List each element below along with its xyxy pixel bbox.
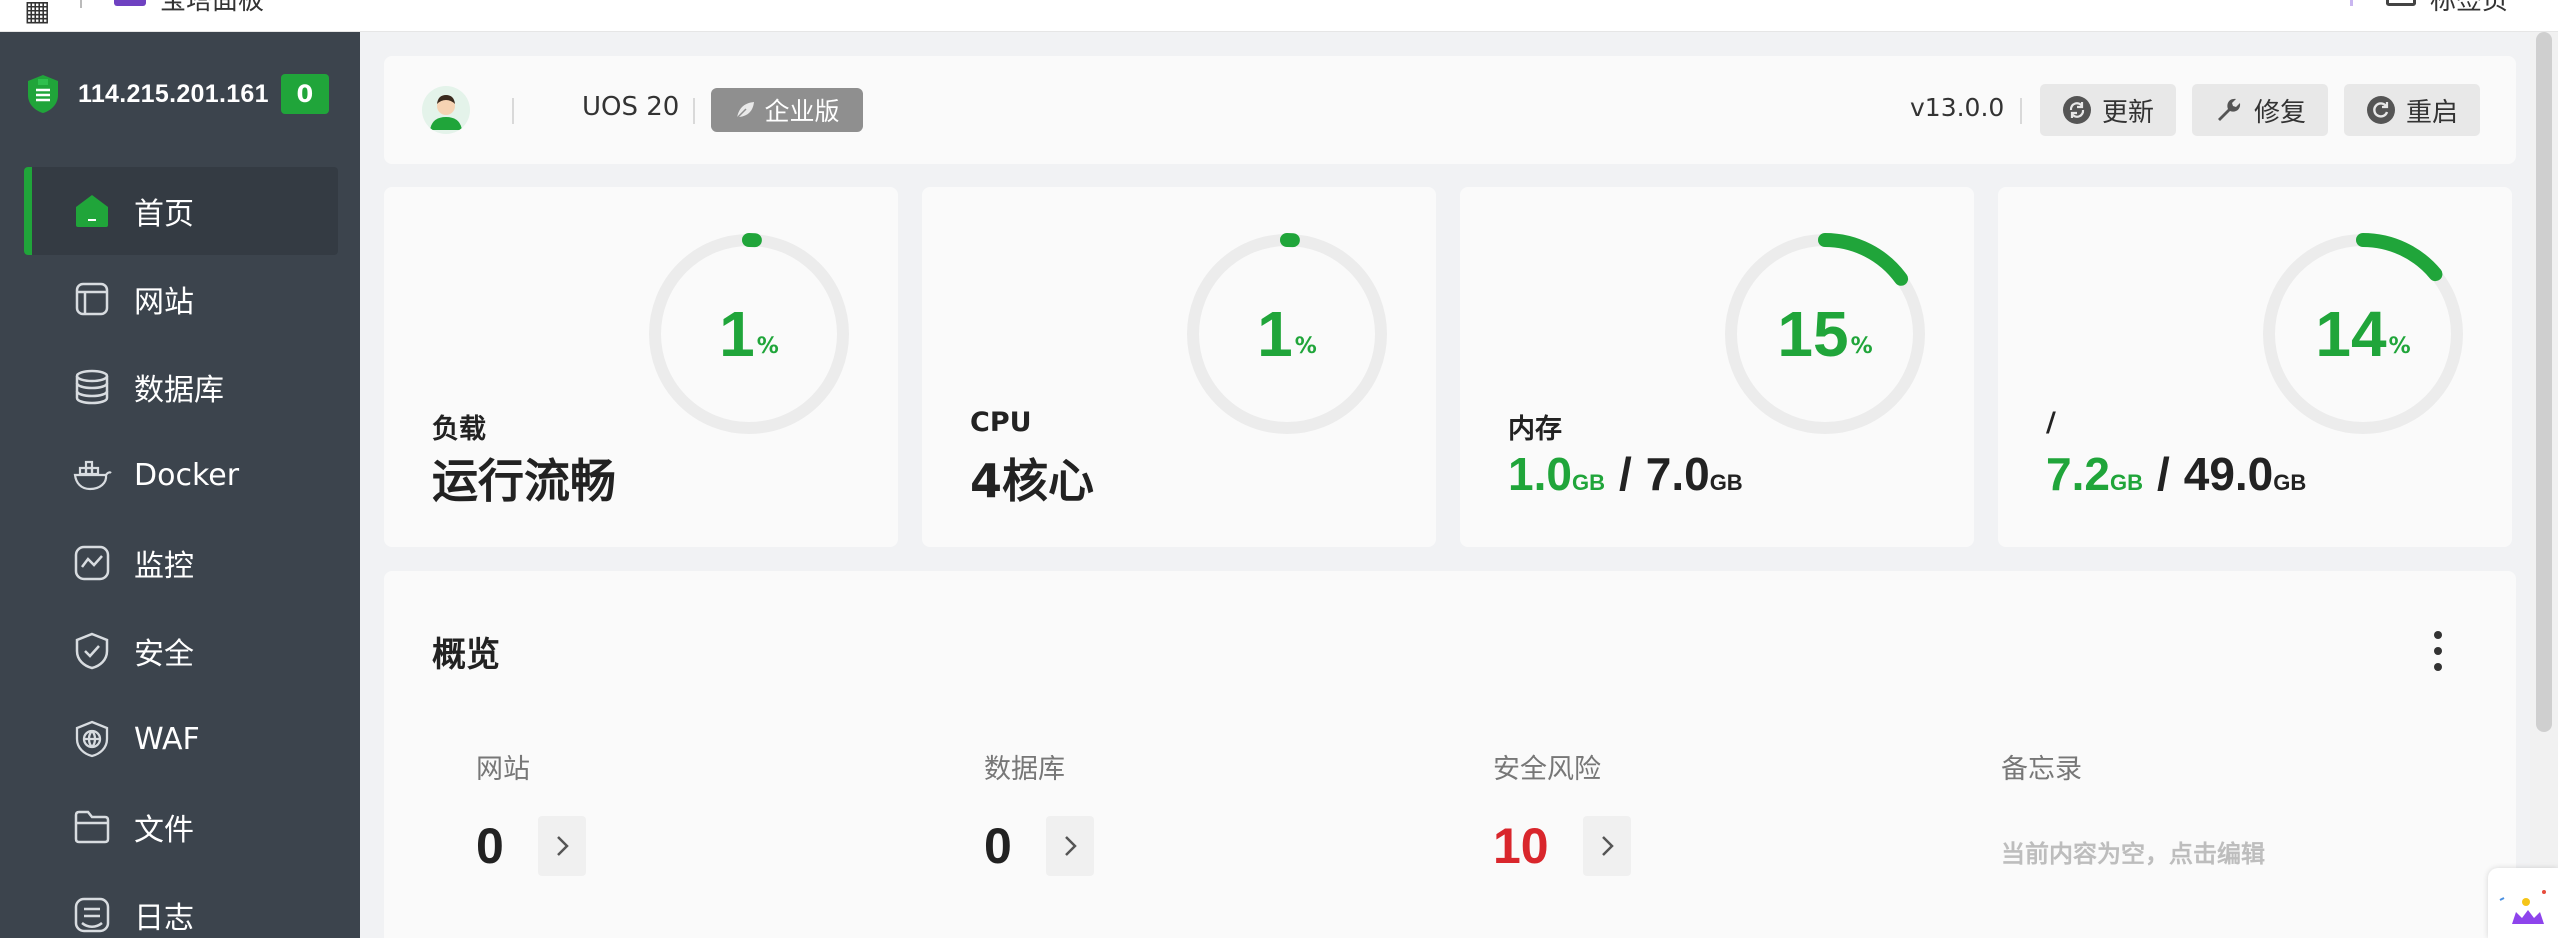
- more-options-icon[interactable]: [2432, 631, 2444, 671]
- sidebar-item-database[interactable]: 数据库: [0, 343, 360, 431]
- sidebar-menu: 首页 网站 数据库 Docker 监控 安全 WAF 文件 日志: [0, 167, 360, 938]
- log-icon: [72, 895, 112, 935]
- sidebar-item-website[interactable]: 网站: [0, 255, 360, 343]
- top-title: 宝塔面板: [160, 0, 265, 16]
- folder-icon: [72, 807, 112, 847]
- cpu-value: 1%: [1257, 298, 1317, 370]
- sidebar-item-files[interactable]: 文件: [0, 783, 360, 871]
- alert-count-badge[interactable]: 0: [280, 74, 329, 114]
- overview-title: 概览: [432, 635, 500, 675]
- assistant-widget[interactable]: [2488, 868, 2558, 938]
- sidebar-item-label: Docker: [134, 457, 240, 493]
- sidebar-item-label: 数据库: [134, 373, 224, 408]
- top-strip: ▦ 宝塔面板 标签页: [0, 0, 2558, 32]
- sidebar-item-home[interactable]: 首页: [24, 167, 338, 255]
- avatar[interactable]: [422, 86, 470, 134]
- repair-label: 修复: [2253, 97, 2306, 128]
- divider: [693, 98, 695, 124]
- edition-label: 企业版: [764, 97, 840, 126]
- server-shield-icon: [28, 75, 58, 113]
- restart-icon: [2366, 96, 2395, 124]
- overview-databases: 数据库 0: [984, 747, 1094, 876]
- overview-item-label: 备忘录: [2001, 754, 2082, 785]
- sidebar-item-docker[interactable]: Docker: [0, 431, 360, 519]
- disk-value: 14%: [2315, 298, 2411, 370]
- shield-icon: [72, 631, 112, 671]
- divider: [512, 98, 514, 124]
- memory-value: 15%: [1777, 298, 1873, 370]
- divider: [80, 0, 82, 8]
- disk-card[interactable]: 14% / 7.2GB/49.0GB: [1998, 187, 2512, 547]
- sidebar-item-logs[interactable]: 日志: [0, 871, 360, 938]
- server-header: 114.215.201.161 0: [24, 72, 329, 116]
- memo-content[interactable]: 当前内容为空，点击编辑: [2001, 834, 2265, 869]
- overview-memo: 备忘录 当前内容为空，点击编辑: [2001, 747, 2265, 869]
- sidebar: 114.215.201.161 0 首页 网站 数据库 Docker 监控 安全…: [0, 32, 360, 938]
- overview-item-label: 网站: [476, 754, 530, 785]
- os-name: UOS 20: [582, 92, 680, 122]
- restart-button[interactable]: 重启: [2344, 84, 2480, 136]
- sidebar-item-label: WAF: [134, 721, 200, 757]
- sidebar-item-label: 文件: [134, 813, 194, 848]
- home-icon: [72, 191, 112, 231]
- overview-item-label: 安全风险: [1493, 754, 1601, 785]
- risk-count[interactable]: 10: [1493, 817, 1583, 875]
- update-label: 更新: [2101, 97, 2154, 128]
- load-value: 1%: [719, 298, 779, 370]
- chevron-right-icon[interactable]: [538, 816, 586, 876]
- sidebar-item-label: 网站: [134, 285, 194, 320]
- overview-security-risks: 安全风险 10: [1493, 747, 1631, 876]
- divider: [2020, 98, 2022, 124]
- docker-icon: [72, 455, 112, 495]
- version-text[interactable]: v13.0.0: [1910, 93, 2004, 122]
- header-panel: UOS 20 企业版 v13.0.0 更新 修复 重启: [384, 56, 2516, 164]
- refresh-icon: [2062, 96, 2091, 124]
- load-card[interactable]: 1% 负载 运行流畅: [384, 187, 898, 547]
- database-icon: [72, 367, 112, 407]
- website-icon: [72, 279, 112, 319]
- memory-label: 内存: [1508, 414, 1562, 445]
- memory-usage: 1.0GB/7.0GB: [1508, 448, 1743, 500]
- cpu-cores: 4核心: [970, 454, 1095, 508]
- assistant-mascot-icon: [2499, 890, 2546, 924]
- overview-panel: 概览 网站 0 数据库 0 安全风险 10 备忘录 当前内容为空，点击编辑: [384, 571, 2516, 938]
- sidebar-item-label: 监控: [134, 549, 194, 584]
- wrench-icon: [2217, 98, 2241, 121]
- server-ip[interactable]: 114.215.201.161: [78, 80, 269, 109]
- sidebar-item-label: 首页: [134, 197, 194, 232]
- repair-button[interactable]: 修复: [2192, 84, 2328, 136]
- disk-label: /: [2046, 407, 2056, 438]
- update-button[interactable]: 更新: [2040, 84, 2176, 136]
- memory-card[interactable]: 15% 内存 1.0GB/7.0GB: [1460, 187, 1974, 547]
- website-count[interactable]: 0: [476, 817, 538, 875]
- divider: [2350, 0, 2353, 6]
- sidebar-item-monitor[interactable]: 监控: [0, 519, 360, 607]
- sidebar-item-waf[interactable]: WAF: [0, 695, 360, 783]
- chevron-right-icon[interactable]: [1046, 816, 1094, 876]
- cpu-label: CPU: [970, 407, 1032, 438]
- scrollbar-thumb[interactable]: [2536, 32, 2552, 732]
- panel-logo-icon: [114, 0, 146, 6]
- page-scrollbar[interactable]: [2530, 32, 2558, 938]
- sidebar-item-label: 日志: [134, 901, 194, 936]
- cpu-card[interactable]: 1% CPU 4核心: [922, 187, 1436, 547]
- monitor-icon: [72, 543, 112, 583]
- load-label: 负载: [432, 414, 486, 445]
- disk-usage: 7.2GB/49.0GB: [2046, 448, 2307, 500]
- tabs-icon[interactable]: [2386, 0, 2416, 6]
- overview-websites: 网站 0: [476, 747, 586, 876]
- edition-badge[interactable]: 企业版: [711, 88, 863, 132]
- top-right-label[interactable]: 标签页: [2430, 0, 2508, 17]
- load-status: 运行流畅: [432, 454, 616, 508]
- leaf-icon: [736, 102, 755, 119]
- waf-icon: [72, 719, 112, 759]
- database-count[interactable]: 0: [984, 817, 1046, 875]
- sidebar-item-security[interactable]: 安全: [0, 607, 360, 695]
- apps-grid-icon[interactable]: ▦: [24, 0, 50, 27]
- overview-item-label: 数据库: [984, 754, 1065, 785]
- chevron-right-icon[interactable]: [1583, 816, 1631, 876]
- restart-label: 重启: [2405, 97, 2458, 128]
- sidebar-item-label: 安全: [134, 637, 194, 672]
